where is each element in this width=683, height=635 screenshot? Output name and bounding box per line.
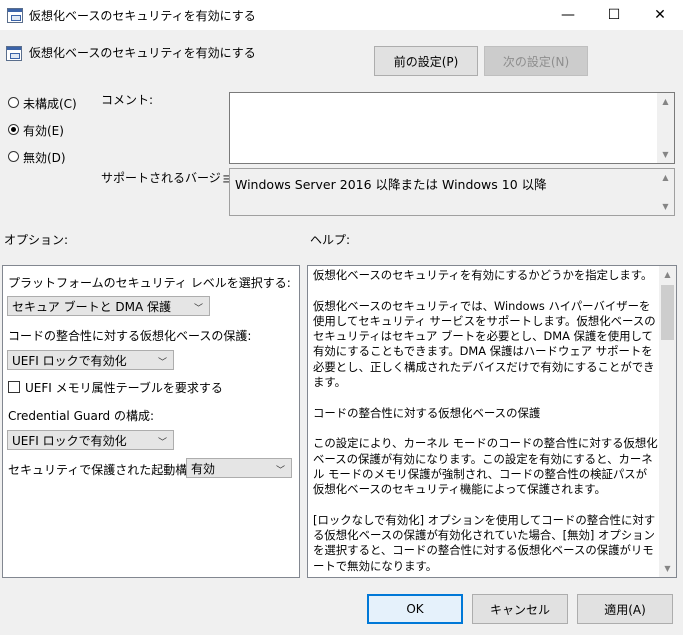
scroll-up-icon[interactable]: ▲ (657, 93, 674, 110)
radio-enabled[interactable] (8, 124, 19, 135)
scroll-down-icon[interactable]: ▼ (657, 198, 674, 215)
cancel-button[interactable]: キャンセル (472, 594, 568, 624)
credential-guard-label: Credential Guard の構成: (8, 409, 155, 423)
help-panel: 仮想化ベースのセキュリティを有効にするかどうかを指定します。 仮想化ベースのセキ… (307, 265, 677, 578)
uefi-memory-label[interactable]: UEFI メモリ属性テーブルを要求する (25, 379, 223, 396)
scroll-thumb[interactable] (661, 285, 674, 340)
help-label: ヘルプ: (310, 233, 351, 247)
supported-scrollbar[interactable]: ▲ ▼ (657, 169, 674, 215)
chevron-down-icon: ﹀ (157, 438, 167, 448)
code-integrity-select[interactable]: UEFI ロックで有効化 ﹀ (7, 350, 174, 370)
secure-launch-label: セキュリティで保護された起動構成: (8, 463, 204, 477)
scroll-up-icon[interactable]: ▲ (659, 266, 676, 283)
code-integrity-value: UEFI ロックで有効化 (12, 353, 127, 368)
platform-security-label: プラットフォームのセキュリティ レベルを選択する: (8, 276, 291, 290)
radio-not-configured-label[interactable]: 未構成(C) (23, 95, 77, 112)
credential-guard-value: UEFI ロックで有効化 (12, 433, 127, 448)
chevron-down-icon: ﹀ (157, 358, 167, 368)
title-bar: 仮想化ベースのセキュリティを有効にする — ☐ ✕ (0, 0, 683, 30)
scroll-down-icon[interactable]: ▼ (659, 560, 676, 577)
platform-security-value: セキュア ブートと DMA 保護 (12, 299, 172, 314)
help-scrollbar[interactable]: ▲ ▼ (659, 266, 676, 577)
radio-disabled[interactable] (8, 151, 19, 162)
supported-label: サポートされるバージョン: (101, 171, 249, 185)
comment-input[interactable]: ▲ ▼ (229, 92, 675, 164)
app-icon (7, 8, 23, 23)
scroll-down-icon[interactable]: ▼ (657, 146, 674, 163)
options-panel: プラットフォームのセキュリティ レベルを選択する: セキュア ブートと DMA … (2, 265, 300, 578)
next-setting-button[interactable]: 次の設定(N) (484, 46, 588, 76)
comment-scrollbar[interactable]: ▲ ▼ (657, 93, 674, 163)
options-label: オプション: (4, 233, 69, 247)
radio-not-configured[interactable] (8, 97, 19, 108)
secure-launch-select[interactable]: 有効 ﹀ (186, 458, 292, 478)
supported-field: Windows Server 2016 以降または Windows 10 以降 … (229, 168, 675, 216)
close-button[interactable]: ✕ (637, 0, 683, 30)
ok-button[interactable]: OK (367, 594, 463, 624)
uefi-memory-checkbox[interactable] (8, 381, 20, 393)
maximize-button[interactable]: ☐ (591, 0, 637, 30)
minimize-icon: — (561, 7, 575, 23)
minimize-button[interactable]: — (545, 0, 591, 30)
code-integrity-label: コードの整合性に対する仮想化ベースの保護: (8, 329, 252, 343)
secure-launch-value: 有効 (191, 461, 216, 476)
comment-label: コメント: (101, 93, 154, 107)
radio-disabled-label[interactable]: 無効(D) (23, 149, 66, 166)
policy-name: 仮想化ベースのセキュリティを有効にする (29, 46, 256, 60)
chevron-down-icon: ﹀ (275, 466, 285, 476)
prev-setting-button[interactable]: 前の設定(P) (374, 46, 478, 76)
policy-icon (6, 46, 22, 61)
window-title: 仮想化ベースのセキュリティを有効にする (29, 9, 256, 23)
supported-value: Windows Server 2016 以降または Windows 10 以降 (235, 177, 547, 192)
close-icon: ✕ (654, 7, 666, 23)
radio-enabled-label[interactable]: 有効(E) (23, 122, 64, 139)
chevron-down-icon: ﹀ (193, 304, 203, 314)
platform-security-select[interactable]: セキュア ブートと DMA 保護 ﹀ (7, 296, 210, 316)
credential-guard-select[interactable]: UEFI ロックで有効化 ﹀ (7, 430, 174, 450)
maximize-icon: ☐ (607, 7, 621, 23)
apply-button[interactable]: 適用(A) (577, 594, 673, 624)
help-text: 仮想化ベースのセキュリティを有効にするかどうかを指定します。 仮想化ベースのセキ… (313, 268, 658, 573)
scroll-up-icon[interactable]: ▲ (657, 169, 674, 186)
